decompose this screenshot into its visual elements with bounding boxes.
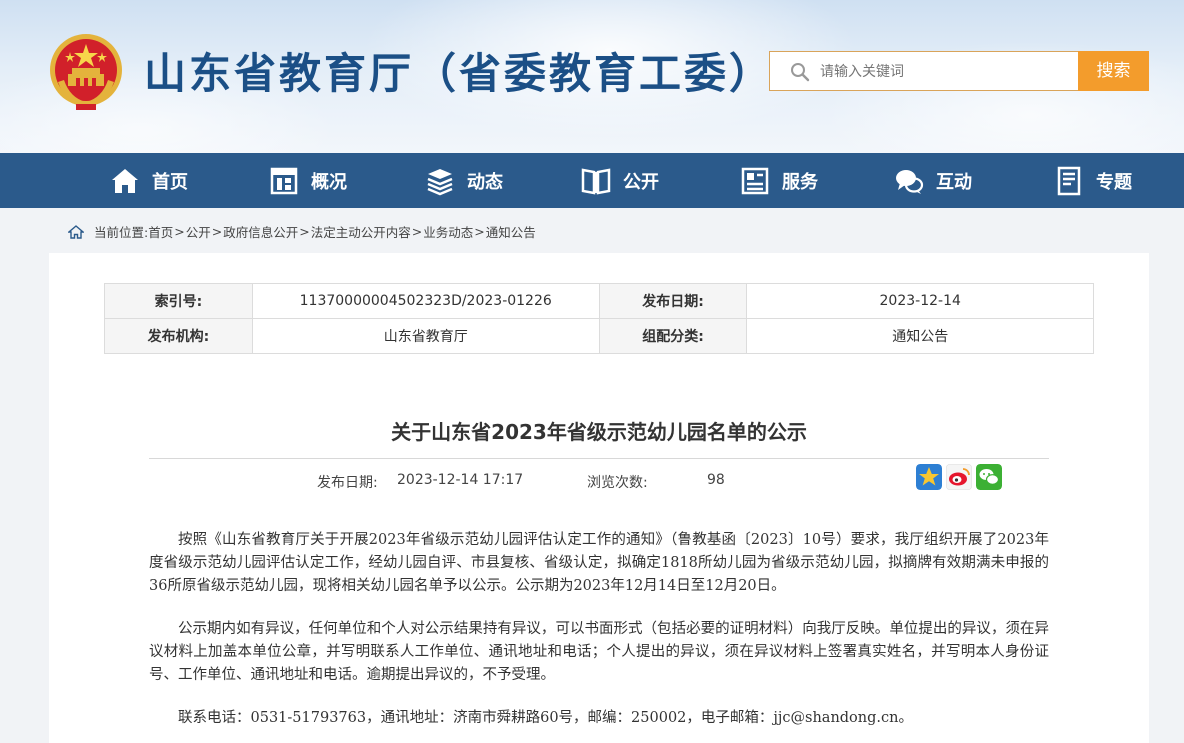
- org-value: 山东省教育厅: [251, 318, 600, 354]
- open-book-icon: [581, 168, 611, 194]
- service-icon: [741, 167, 769, 194]
- article-paragraph: 公示期内如有异议，任何单位和个人对公示结果持有异议，可以书面形式（包括必要的证明…: [149, 621, 1049, 683]
- breadcrumb-item-public[interactable]: 公开: [186, 222, 211, 241]
- document-icon: [1057, 166, 1081, 195]
- title-divider: [149, 458, 1049, 459]
- share-qzone-icon[interactable]: [916, 464, 942, 490]
- breadcrumb-item-home[interactable]: 首页: [148, 222, 173, 241]
- publish-date-value: 2023-12-14 17:17: [397, 472, 524, 488]
- breadcrumb-item-notices[interactable]: 通知公告: [486, 222, 536, 241]
- national-emblem-icon[interactable]: [46, 30, 126, 112]
- nav-label: 首页: [152, 171, 188, 193]
- nav-label: 概况: [311, 171, 347, 193]
- nav-label: 专题: [1096, 171, 1132, 193]
- publish-date-label: 发布日期:: [317, 475, 378, 491]
- date-value: 2023-12-14: [746, 283, 1094, 319]
- breadcrumb-separator: >: [211, 224, 223, 239]
- content-card: 索引号: 11370000004502323D/2023-01226 发布日期:…: [49, 253, 1149, 743]
- chat-icon: [896, 169, 924, 194]
- nav-item-topics[interactable]: 专题: [1054, 153, 1132, 208]
- search-box[interactable]: [769, 51, 1079, 91]
- site-title[interactable]: 山东省教育厅（省委教育工委）: [144, 40, 774, 101]
- search-icon: [791, 63, 810, 82]
- breadcrumb-separator: >: [411, 224, 423, 239]
- search-button[interactable]: 搜索: [1078, 51, 1149, 91]
- breadcrumb-item-legal-public[interactable]: 法定主动公开内容: [311, 222, 411, 241]
- nav-item-news[interactable]: 动态: [425, 153, 503, 208]
- article-paragraph: 联系电话：0531-51793763，通讯地址：济南市舜耕路60号，邮编：250…: [178, 710, 913, 726]
- site-header: 山东省教育厅（省委教育工委） 搜索: [0, 0, 1184, 153]
- nav-label: 动态: [467, 171, 503, 193]
- nav-item-service[interactable]: 服务: [740, 153, 818, 208]
- breadcrumb-separator: >: [174, 224, 185, 239]
- breadcrumb: 当前位置: 首页 > 公开 > 政府信息公开 > 法定主动公开内容 > 业务动态…: [68, 222, 536, 241]
- date-label: 发布日期:: [598, 283, 748, 319]
- news-stack-icon: [427, 168, 453, 195]
- nav-item-public[interactable]: 公开: [581, 153, 659, 208]
- building-icon: [270, 167, 298, 194]
- nav-label: 服务: [782, 171, 818, 193]
- breadcrumb-prefix: 当前位置:: [94, 225, 149, 240]
- breadcrumb-separator: >: [474, 224, 485, 239]
- views-label: 浏览次数:: [587, 475, 648, 491]
- share-weibo-icon[interactable]: [946, 464, 972, 490]
- home-icon: [112, 168, 138, 193]
- nav-item-interact[interactable]: 互动: [894, 153, 972, 208]
- nav-item-home[interactable]: 首页: [110, 153, 188, 208]
- org-label: 发布机构:: [104, 318, 253, 354]
- search-input[interactable]: [820, 60, 1060, 84]
- meta-table: 索引号: 11370000004502323D/2023-01226 发布日期:…: [104, 283, 1094, 354]
- nav-item-overview[interactable]: 概况: [269, 153, 347, 208]
- article-body: 按照《山东省教育厅关于开展2023年省级示范幼儿园评估认定工作的通知》（鲁教基函…: [149, 529, 1049, 743]
- nav-label: 互动: [936, 171, 972, 193]
- category-value: 通知公告: [746, 318, 1094, 354]
- index-label: 索引号:: [104, 283, 253, 319]
- category-label: 组配分类:: [598, 318, 748, 354]
- home-icon: [68, 224, 84, 239]
- article-paragraph: 按照《山东省教育厅关于开展2023年省级示范幼儿园评估认定工作的通知》（鲁教基函…: [149, 532, 1049, 594]
- breadcrumb-item-gov-info[interactable]: 政府信息公开: [223, 222, 298, 241]
- index-value: 11370000004502323D/2023-01226: [251, 283, 600, 319]
- breadcrumb-item-business-news[interactable]: 业务动态: [423, 222, 473, 241]
- main-nav: 首页 概况 动态 公开 服务 互动 专题: [0, 153, 1184, 208]
- article-title: 关于山东省2023年省级示范幼儿园名单的公示: [391, 420, 807, 444]
- nav-label: 公开: [623, 171, 659, 193]
- breadcrumb-separator: >: [299, 224, 310, 239]
- views-count: 98: [707, 472, 725, 488]
- share-wechat-icon[interactable]: [976, 464, 1002, 490]
